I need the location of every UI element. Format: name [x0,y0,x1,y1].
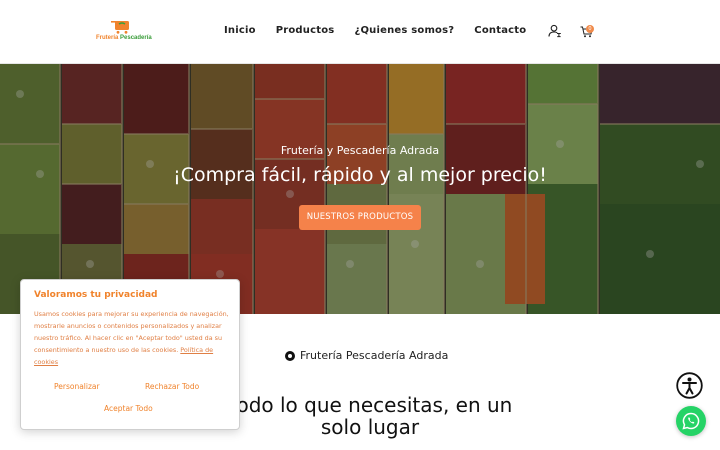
cookie-text: Usamos cookies para mejorar su experienc… [34,308,234,368]
hero-title: ¡Compra fácil, rápido y al mejor precio! [173,164,547,186]
logo-word-1: Frutería [96,35,119,41]
site-logo[interactable]: Frutería Pescadería [96,20,154,46]
site-header: Frutería Pescadería Inicio Productos ¿Qu… [0,0,720,64]
hero-subtitle: Frutería y Pescadería Adrada [280,144,440,157]
accessibility-icon[interactable] [676,372,703,399]
personalize-button[interactable]: Personalizar [54,382,100,391]
main-nav: Inicio Productos ¿Quienes somos? Contact… [224,25,526,36]
whatsapp-button[interactable] [676,406,706,436]
whatsapp-icon [682,412,700,430]
hero-banner: Frutería y Pescadería Adrada ¡Compra fác… [0,64,720,314]
nav-inicio[interactable]: Inicio [224,25,256,36]
section-tag: Frutería Pescadería Adrada [285,349,448,362]
cart-count-badge: 0 [586,25,594,33]
logo-word-2: Pescadería [120,35,152,41]
page: Frutería Pescadería Inicio Productos ¿Qu… [0,0,720,450]
section-headline: Todo lo que necesitas, en un solo lugar [227,393,513,439]
nav-quienes-somos[interactable]: ¿Quienes somos? [354,25,454,36]
nav-productos[interactable]: Productos [276,25,335,36]
logo-cart-icon [111,21,129,34]
our-products-button[interactable]: NUESTROS PRODUCTOS [299,205,421,230]
bullet-icon [285,350,295,361]
cookie-title: Valoramos tu privacidad [34,290,158,300]
reject-all-button[interactable]: Rechazar Todo [145,382,199,391]
nav-contacto[interactable]: Contacto [474,25,526,36]
accept-all-button[interactable]: Aceptar Todo [104,404,153,413]
hero-overlay [0,64,720,314]
section-tag-label: Frutería Pescadería Adrada [300,349,449,362]
user-icon[interactable] [548,24,562,38]
cookie-banner: Valoramos tu privacidad Usamos cookies p… [20,279,240,430]
logo-text: Frutería Pescadería [96,35,152,41]
